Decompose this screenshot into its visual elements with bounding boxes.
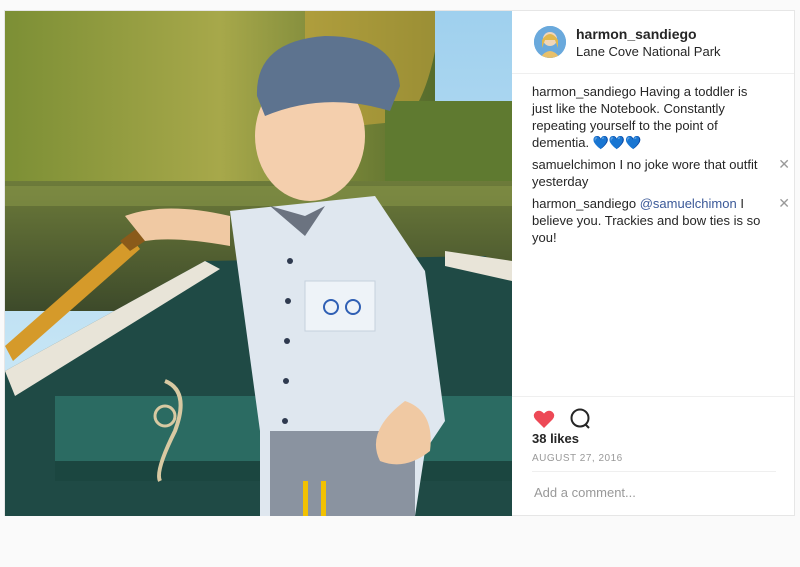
list-item: harmon_sandiego @samuelchimon I believe … — [532, 195, 790, 246]
post-sidebar: harmon_sandiego Lane Cove National Park … — [512, 11, 794, 515]
comment-button[interactable] — [568, 407, 592, 431]
list-item: samuelchimon I no joke wore that outfit … — [532, 156, 790, 190]
photo-illustration — [5, 11, 512, 516]
location-link[interactable]: Lane Cove National Park — [576, 44, 721, 59]
comment-input[interactable] — [532, 484, 776, 501]
like-button[interactable] — [532, 407, 556, 431]
heart-icon — [533, 410, 555, 428]
avatar-image — [534, 26, 566, 58]
close-icon[interactable]: ✕ — [778, 195, 790, 212]
action-bar — [512, 396, 794, 429]
likes-count[interactable]: 38 likes — [532, 431, 579, 446]
post-photo[interactable] — [5, 11, 512, 516]
mention-link[interactable]: @samuelchimon — [640, 196, 737, 211]
avatar[interactable] — [534, 26, 566, 58]
comment-list: harmon_sandiego Having a toddler is just… — [532, 83, 790, 251]
post-header: harmon_sandiego Lane Cove National Park — [512, 11, 794, 74]
post-date[interactable]: AUGUST 27, 2016 — [532, 453, 623, 464]
comment-author[interactable]: harmon_sandiego — [532, 196, 636, 211]
add-comment-area — [532, 471, 776, 516]
post-card: harmon_sandiego Lane Cove National Park … — [4, 10, 795, 516]
close-icon[interactable]: ✕ — [778, 156, 790, 173]
username-link[interactable]: harmon_sandiego — [576, 26, 697, 42]
comment-author[interactable]: harmon_sandiego — [532, 84, 636, 99]
list-item: harmon_sandiego Having a toddler is just… — [532, 83, 778, 151]
speech-bubble-icon — [570, 408, 590, 429]
comment-author[interactable]: samuelchimon — [532, 157, 616, 172]
